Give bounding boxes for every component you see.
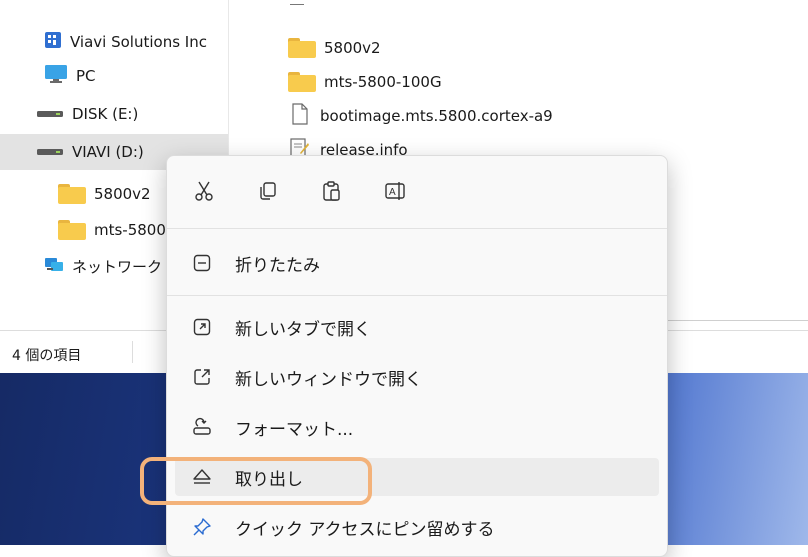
- paste-button[interactable]: [317, 178, 347, 208]
- paste-icon: [321, 180, 343, 206]
- nav-item-label: ネットワーク: [72, 257, 163, 276]
- rename-icon: A: [384, 180, 408, 206]
- menu-item-label: 新しいウィンドウで開く: [235, 369, 422, 390]
- network-icon: [44, 255, 64, 277]
- nav-item-label: 5800v2: [94, 185, 151, 203]
- menu-item-collapse[interactable]: 折りたたみ: [175, 244, 659, 282]
- list-item[interactable]: mts-5800-100G: [288, 68, 442, 96]
- folder-icon: [58, 184, 86, 204]
- menu-separator: [167, 228, 667, 229]
- copy-button[interactable]: [253, 178, 283, 208]
- menu-item-format[interactable]: フォーマット...: [175, 408, 659, 446]
- pin-icon: [191, 516, 213, 538]
- file-name: bootimage.mts.5800.cortex-a9: [320, 107, 553, 125]
- list-item[interactable]: bootimage.mts.5800.cortex-a9: [288, 102, 553, 130]
- drive-icon: [36, 105, 64, 123]
- folder-icon: [58, 220, 86, 240]
- status-divider: [132, 341, 133, 363]
- menu-item-label: 新しいタブで開く: [235, 319, 371, 340]
- nav-item-label: Viavi Solutions Inc: [70, 33, 207, 51]
- menu-item-label: フォーマット...: [235, 419, 354, 440]
- new-window-icon: [191, 366, 213, 388]
- nav-item-pc[interactable]: PC: [0, 58, 228, 94]
- file-name: 5800v2: [324, 39, 381, 57]
- copy-icon: [257, 180, 279, 206]
- nav-item-label: PC: [76, 67, 96, 85]
- menu-item-open-new-window[interactable]: 新しいウィンドウで開く: [175, 358, 659, 396]
- rename-button[interactable]: A: [381, 178, 411, 208]
- drive-icon: [36, 143, 64, 161]
- context-menu-toolbar: A: [167, 156, 667, 228]
- menu-item-label: 折りたたみ: [235, 255, 320, 276]
- list-item[interactable]: 5800v2: [288, 34, 381, 62]
- building-icon: [44, 31, 62, 53]
- nav-item-label: DISK (E:): [72, 105, 139, 123]
- divider: [666, 320, 808, 321]
- file-icon: [292, 103, 308, 129]
- menu-item-pin-quick-access[interactable]: クイック アクセスにピン留めする: [175, 508, 659, 546]
- collapse-icon: [191, 252, 213, 274]
- menu-item-label: クイック アクセスにピン留めする: [235, 519, 495, 540]
- nav-item-label: mts-5800: [94, 221, 166, 239]
- folder-icon: [288, 72, 316, 92]
- item-count: 4 個の項目: [12, 348, 82, 364]
- format-icon: [191, 416, 213, 438]
- svg-text:A: A: [389, 187, 396, 198]
- nav-item-disk-e[interactable]: DISK (E:): [0, 96, 228, 132]
- menu-item-open-new-tab[interactable]: 新しいタブで開く: [175, 308, 659, 346]
- nav-item-label: VIAVI (D:): [72, 143, 144, 161]
- monitor-icon: [44, 64, 68, 88]
- file-name: mts-5800-100G: [324, 73, 442, 91]
- nav-item-viavi-solutions[interactable]: Viavi Solutions Inc: [0, 24, 228, 60]
- new-tab-icon: [191, 316, 213, 338]
- folder-icon: [288, 38, 316, 58]
- cut-button[interactable]: [189, 178, 219, 208]
- menu-separator: [167, 295, 667, 296]
- column-header-fragment: [290, 0, 304, 5]
- cut-icon: [193, 180, 215, 206]
- eject-highlight-callout: [140, 457, 372, 505]
